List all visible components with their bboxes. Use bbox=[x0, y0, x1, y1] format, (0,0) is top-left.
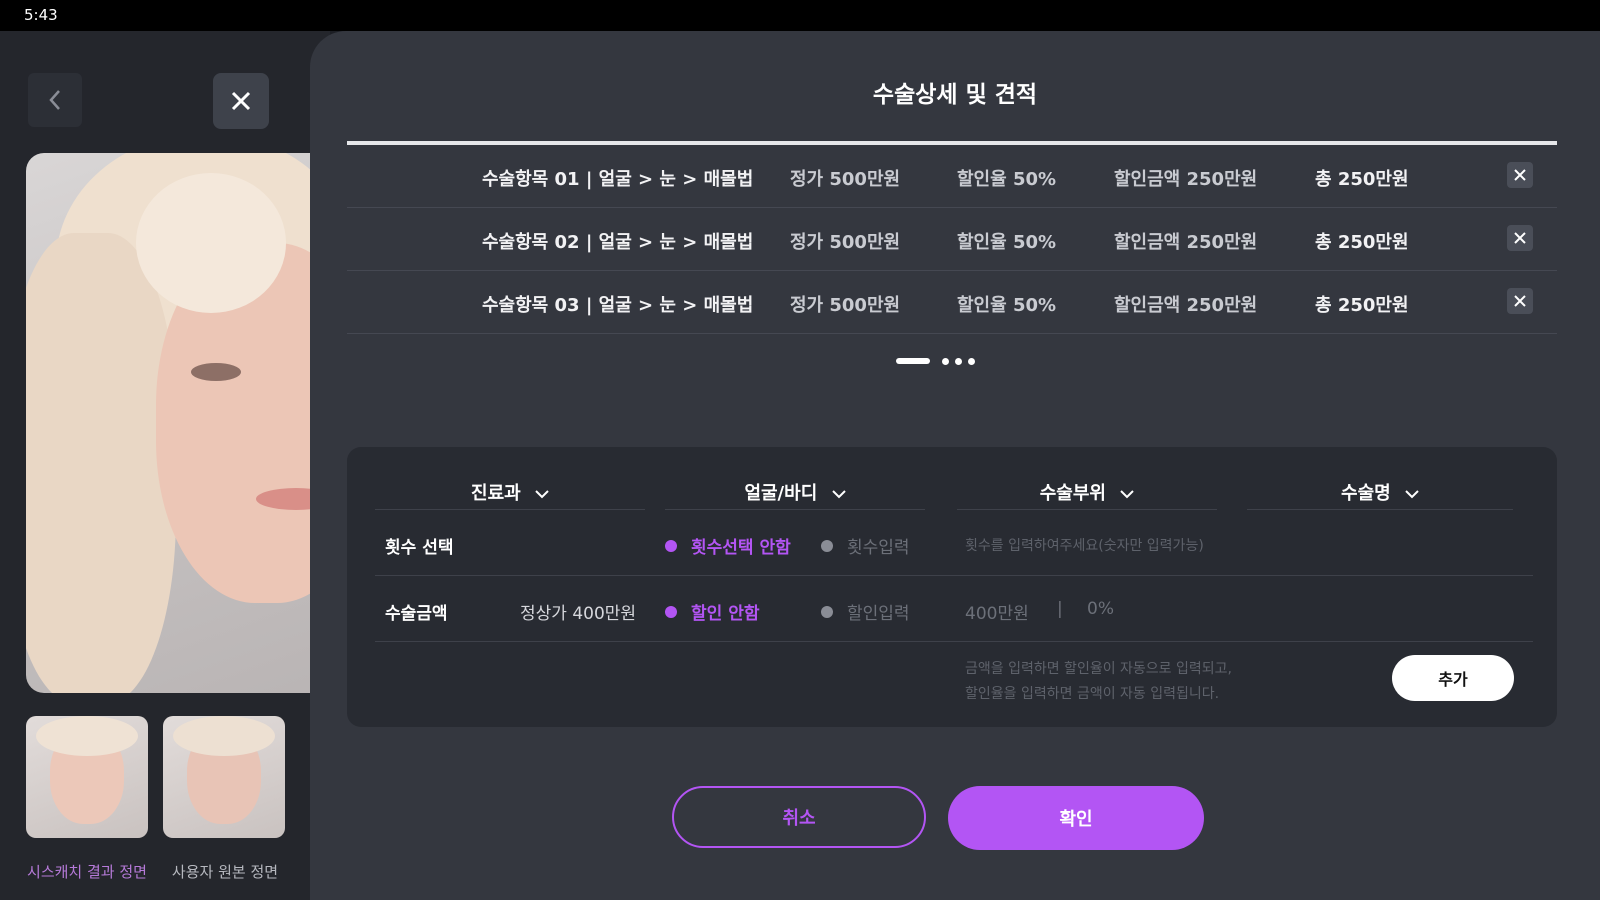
amount-separator: | bbox=[1057, 599, 1063, 619]
count-label: 횟수 선택 bbox=[385, 538, 454, 558]
modal-title: 수술상세 및 견적 bbox=[872, 82, 1038, 108]
body-area-select-label: 얼굴/바디 bbox=[744, 483, 818, 504]
item-rate: 할인율 50% bbox=[957, 295, 1057, 316]
amount-label: 수술금액 bbox=[385, 604, 448, 624]
surgery-item-row: 수술항목 02 | 얼굴 > 눈 > 매몰법 정가 500만원 할인율 50% … bbox=[347, 208, 1557, 271]
item-name: 수술항목 03 | 얼굴 > 눈 > 매몰법 bbox=[482, 295, 754, 316]
back-button[interactable] bbox=[28, 73, 82, 127]
thumbnail-result-label: 시스캐치 결과 정면 bbox=[27, 863, 147, 881]
item-price: 정가 500만원 bbox=[790, 232, 901, 253]
discount-input-label: 할인입력 bbox=[847, 604, 910, 624]
no-discount-radio[interactable]: 할인 안함 bbox=[665, 599, 759, 624]
no-discount-label: 할인 안함 bbox=[691, 604, 760, 624]
face-photo bbox=[26, 153, 330, 693]
item-rate: 할인율 50% bbox=[957, 232, 1057, 253]
chevron-left-icon bbox=[49, 90, 60, 110]
regular-price: 정상가 400만원 bbox=[520, 604, 637, 624]
delete-item-button[interactable] bbox=[1507, 225, 1533, 251]
close-icon bbox=[1514, 295, 1526, 307]
chevron-down-icon bbox=[1120, 489, 1134, 498]
thumbnail-result[interactable] bbox=[26, 716, 148, 838]
radio-icon bbox=[821, 605, 833, 618]
chevron-down-icon bbox=[1405, 489, 1419, 498]
delete-item-button[interactable] bbox=[1507, 162, 1533, 188]
count-input-label: 횟수입력 bbox=[847, 538, 910, 558]
count-none-radio[interactable]: 횟수선택 안함 bbox=[665, 533, 791, 558]
close-icon bbox=[1514, 232, 1526, 244]
item-name: 수술항목 02 | 얼굴 > 눈 > 매몰법 bbox=[482, 232, 754, 253]
add-surgery-form: 진료과 얼굴/바디 수술부위 수술명 횟수 선택 횟수선택 안함 횟수입력 횟수… bbox=[347, 447, 1557, 727]
body-area-select[interactable]: 얼굴/바디 bbox=[665, 469, 925, 510]
department-select[interactable]: 진료과 bbox=[375, 469, 645, 510]
help-line: 금액을 입력하면 할인율이 자동으로 입력되고, bbox=[965, 661, 1232, 677]
radio-selected-icon bbox=[665, 539, 677, 552]
count-row: 횟수 선택 횟수선택 안함 횟수입력 횟수를 입력하여주세요(숫자만 입력가능) bbox=[375, 511, 1533, 576]
surgery-part-select-label: 수술부위 bbox=[1039, 483, 1106, 504]
count-input[interactable]: 횟수를 입력하여주세요(숫자만 입력가능) bbox=[965, 535, 1204, 555]
cancel-button[interactable]: 취소 bbox=[672, 786, 926, 848]
photo-panel: 시스캐치 결과 정면 사용자 원본 정면 bbox=[0, 31, 330, 900]
surgery-item-row: 수술항목 03 | 얼굴 > 눈 > 매몰법 정가 500만원 할인율 50% … bbox=[347, 271, 1557, 334]
item-total: 총 250만원 bbox=[1315, 169, 1409, 190]
department-select-label: 진료과 bbox=[471, 483, 521, 504]
radio-selected-icon bbox=[665, 605, 677, 618]
surgery-name-select[interactable]: 수술명 bbox=[1247, 469, 1513, 510]
estimate-modal: 수술상세 및 견적 수술항목 01 | 얼굴 > 눈 > 매몰법 정가 500만… bbox=[310, 31, 1600, 900]
close-button[interactable] bbox=[213, 73, 269, 129]
item-discount: 할인금액 250만원 bbox=[1114, 295, 1258, 316]
chevron-down-icon bbox=[831, 489, 846, 498]
item-total: 총 250만원 bbox=[1315, 295, 1409, 316]
help-line: 할인율을 입력하면 금액이 자동 입력됩니다. bbox=[965, 686, 1220, 702]
rate-input[interactable]: 0% bbox=[1087, 599, 1114, 619]
item-price: 정가 500만원 bbox=[790, 295, 901, 316]
close-icon bbox=[1514, 169, 1526, 181]
item-total: 총 250만원 bbox=[1315, 232, 1409, 253]
thumbnail-original-label: 사용자 원본 정면 bbox=[171, 863, 279, 881]
radio-icon bbox=[821, 539, 833, 552]
surgery-part-select[interactable]: 수술부위 bbox=[957, 469, 1217, 510]
thumbnail-original[interactable] bbox=[163, 716, 285, 838]
item-discount: 할인금액 250만원 bbox=[1114, 169, 1258, 190]
chevron-down-icon bbox=[535, 489, 549, 498]
amount-input[interactable]: 400만원 bbox=[965, 599, 1029, 624]
surgery-item-row: 수술항목 01 | 얼굴 > 눈 > 매몰법 정가 500만원 할인율 50% … bbox=[347, 145, 1557, 208]
confirm-button[interactable]: 확인 bbox=[948, 786, 1204, 850]
surgery-name-select-label: 수술명 bbox=[1341, 483, 1391, 504]
status-time: 5:43 bbox=[24, 6, 58, 24]
discount-input-radio[interactable]: 할인입력 bbox=[821, 599, 910, 624]
help-text: 금액을 입력하면 할인율이 자동으로 입력되고, 할인율을 입력하면 금액이 자… bbox=[965, 657, 1232, 707]
count-input-radio[interactable]: 횟수입력 bbox=[821, 533, 910, 558]
page-dot[interactable] bbox=[955, 358, 962, 365]
page-indicator-active bbox=[896, 358, 930, 364]
item-name: 수술항목 01 | 얼굴 > 눈 > 매몰법 bbox=[482, 169, 754, 190]
add-button[interactable]: 추가 bbox=[1392, 655, 1514, 701]
status-bar: 5:43 bbox=[0, 0, 1600, 31]
count-none-label: 횟수선택 안함 bbox=[691, 538, 791, 558]
delete-item-button[interactable] bbox=[1507, 288, 1533, 314]
amount-row: 수술금액 정상가 400만원 할인 안함 할인입력 400만원 | 0% bbox=[375, 577, 1533, 642]
item-rate: 할인율 50% bbox=[957, 169, 1057, 190]
close-icon bbox=[231, 91, 251, 111]
page-dot[interactable] bbox=[942, 358, 949, 365]
item-price: 정가 500만원 bbox=[790, 169, 901, 190]
page-dot[interactable] bbox=[968, 358, 975, 365]
item-discount: 할인금액 250만원 bbox=[1114, 232, 1258, 253]
